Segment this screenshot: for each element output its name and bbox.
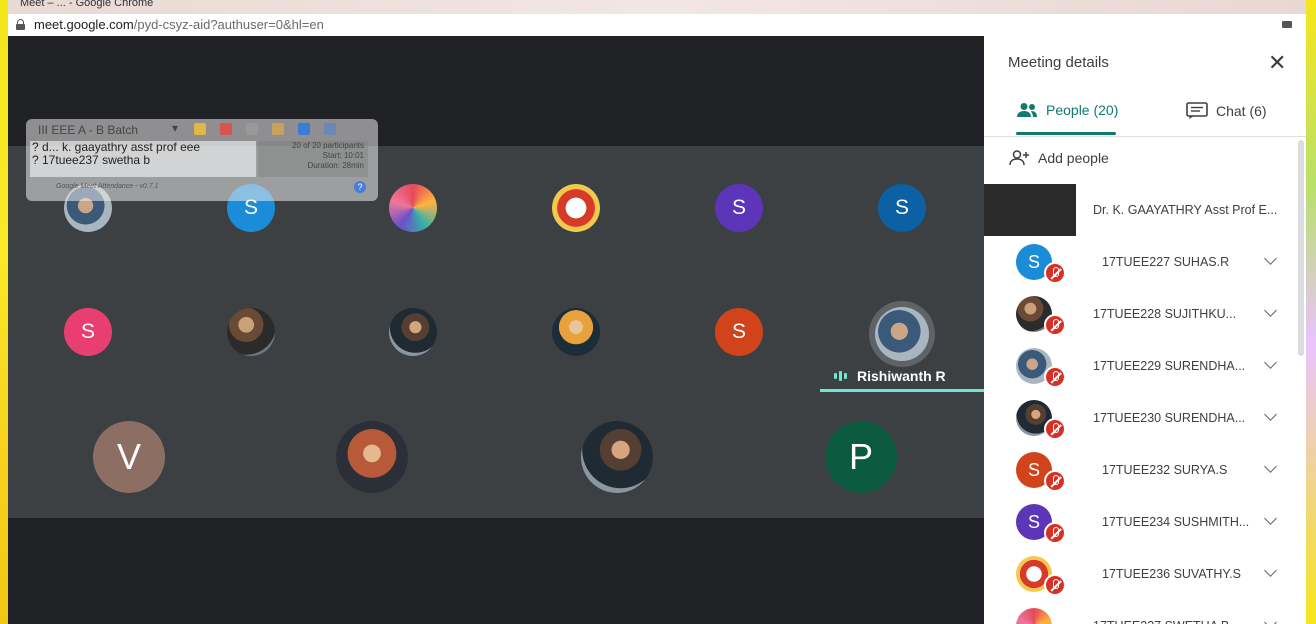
chevron-down-icon[interactable]: ▾ (172, 121, 178, 135)
participant-tile[interactable]: S (64, 308, 112, 356)
audio-level-icon (834, 371, 847, 381)
mic-off-icon (1044, 522, 1066, 544)
url-path: /pyd-csyz-aid?authuser=0&hl=en (133, 17, 324, 32)
attendance-batch-select[interactable]: III EEE A - B Batch (38, 123, 138, 137)
participant-row[interactable]: 17TUEE228 SUJITHKU... (984, 288, 1306, 340)
title-bar: Meet – ... - Google Chrome (8, 0, 1306, 14)
participant-video-thumbnail (984, 184, 1076, 236)
window-title: Meet – ... - Google Chrome (20, 0, 154, 9)
participant-row[interactable]: 17TUEE237 SWETHA B (984, 600, 1306, 624)
participant-avatar (1016, 608, 1052, 624)
save-icon[interactable] (324, 123, 336, 135)
participant-tile[interactable]: S (715, 184, 763, 232)
active-speaker-label: Rishiwanth R (834, 368, 946, 384)
add-people-label: Add people (1038, 150, 1109, 166)
participant-tile[interactable]: S (878, 184, 926, 232)
participant-name: 17TUEE234 SUSHMITH... (1102, 515, 1250, 529)
participant-tile[interactable]: S (715, 308, 763, 356)
participant-row[interactable]: Dr. K. GAAYATHRY Asst Prof E... (984, 184, 1306, 236)
attendance-line: ? 17tuee237 swetha b (32, 153, 151, 167)
meeting-details-panel: Meeting details ✕ People (20) Chat (6) A… (984, 36, 1306, 624)
mic-off-icon (1044, 262, 1066, 284)
delete-icon[interactable] (220, 123, 232, 135)
desktop-edge-right (1306, 0, 1316, 624)
tab-chat-label: Chat (6) (1216, 103, 1267, 119)
lock-icon[interactable] (16, 19, 25, 30)
participant-row[interactable]: S 17TUEE227 SUHAS.R (984, 236, 1306, 288)
participant-name: 17TUEE237 SWETHA B (1093, 619, 1229, 624)
chevron-down-icon[interactable] (1264, 304, 1277, 317)
panel-title: Meeting details (1008, 54, 1109, 71)
participant-name: 17TUEE232 SURYA.S (1102, 463, 1228, 477)
extension-footer: Google Meet Attendance - v0.7.1 (56, 183, 159, 190)
participant-tile[interactable] (552, 308, 600, 356)
mic-off-icon (1044, 418, 1066, 440)
duration: Duration: 28min (307, 161, 364, 170)
participant-row[interactable]: 17TUEE230 SURENDHA... (984, 392, 1306, 444)
participant-tile[interactable] (227, 308, 275, 356)
participant-name: Dr. K. GAAYATHRY Asst Prof E... (1093, 203, 1278, 217)
participant-tile[interactable]: V (93, 421, 165, 493)
participant-name: 17TUEE227 SUHAS.R (1102, 255, 1230, 269)
attendance-stats: 20 of 20 participants Start: 10:01 Durat… (258, 141, 368, 177)
tab-people[interactable]: People (20) (1016, 102, 1118, 118)
participant-row[interactable]: S 17TUEE234 SUSHMITH... (984, 496, 1306, 548)
address-bar[interactable]: meet.google.com/pyd-csyz-aid?authuser=0&… (8, 14, 1306, 37)
edit-icon[interactable] (246, 123, 258, 135)
url-text[interactable]: meet.google.com/pyd-csyz-aid?authuser=0&… (34, 17, 324, 32)
chevron-down-icon[interactable] (1264, 252, 1277, 265)
globe-icon[interactable] (298, 123, 310, 135)
active-speaker-indicator (820, 389, 984, 392)
attendance-list: ? d... k. gaayathry asst prof eee ? 17tu… (30, 141, 256, 177)
participant-tile[interactable] (552, 184, 600, 232)
participant-tile[interactable] (336, 421, 408, 493)
chevron-down-icon[interactable] (1264, 616, 1277, 624)
participant-name: 17TUEE236 SUVATHY.S (1102, 567, 1241, 581)
start-time: Start: 10:01 (322, 151, 364, 160)
participant-name: 17TUEE230 SURENDHA... (1093, 411, 1246, 425)
mic-off-icon (1044, 366, 1066, 388)
participant-name: 17TUEE229 SURENDHA... (1093, 359, 1246, 373)
active-speaker-name: Rishiwanth R (857, 368, 946, 384)
tab-divider (984, 136, 1306, 137)
chevron-down-icon[interactable] (1264, 356, 1277, 369)
attendance-toolbar (194, 123, 336, 135)
help-icon[interactable]: ? (354, 181, 366, 193)
add-people-button[interactable]: Add people (1008, 150, 1109, 166)
tab-chat[interactable]: Chat (6) (1186, 102, 1267, 120)
participant-tile[interactable] (389, 184, 437, 232)
chevron-down-icon[interactable] (1264, 512, 1277, 525)
participant-tile[interactable] (581, 421, 653, 493)
participant-tile[interactable]: P (825, 421, 897, 493)
chevron-down-icon[interactable] (1264, 408, 1277, 421)
close-icon[interactable]: ✕ (1268, 50, 1286, 76)
participant-name: 17TUEE228 SUJITHKU... (1093, 307, 1237, 321)
url-host: meet.google.com (34, 17, 134, 32)
chevron-down-icon[interactable] (1264, 564, 1277, 577)
people-icon (1017, 103, 1037, 117)
participant-tile[interactable] (389, 308, 437, 356)
folder-icon[interactable] (194, 123, 206, 135)
people-list-scrollbar[interactable] (1298, 140, 1304, 356)
participant-row[interactable]: 17TUEE236 SUVATHY.S (984, 548, 1306, 600)
attendance-extension-panel[interactable]: III EEE A - B Batch ▾ ? d... k. gaayathr… (26, 119, 378, 201)
add-person-icon (1009, 150, 1029, 166)
mic-off-icon (1044, 470, 1066, 492)
tab-people-label: People (20) (1046, 102, 1119, 118)
active-speaker-avatar (875, 307, 929, 361)
chevron-down-icon[interactable] (1264, 460, 1277, 473)
participant-count: 20 of 20 participants (291, 141, 364, 150)
export-icon[interactable] (272, 123, 284, 135)
mic-off-icon (1044, 574, 1066, 596)
chat-icon (1186, 102, 1208, 119)
participant-row[interactable]: 17TUEE229 SURENDHA... (984, 340, 1306, 392)
browser-window: Meet – ... - Google Chrome meet.google.c… (8, 0, 1306, 624)
cast-icon[interactable] (1282, 21, 1292, 28)
meeting-stage: SSSSSVP Rishiwanth R III EEE A - B Batch… (8, 36, 984, 624)
active-tab-indicator (1016, 132, 1116, 135)
mic-off-icon (1044, 314, 1066, 336)
desktop-edge-left (0, 0, 8, 624)
participant-row[interactable]: S 17TUEE232 SURYA.S (984, 444, 1306, 496)
